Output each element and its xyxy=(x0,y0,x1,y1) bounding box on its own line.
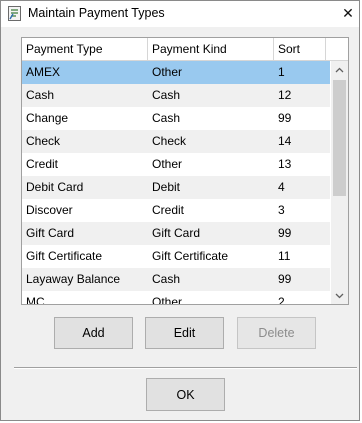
table-row[interactable]: Gift Card Gift Card 99 xyxy=(22,222,330,245)
divider-highlight xyxy=(14,368,357,369)
table-row[interactable]: MC Other 2 xyxy=(22,291,330,304)
cell-payment-kind: Credit xyxy=(152,203,185,217)
cell-sort: 11 xyxy=(278,249,291,263)
cell-payment-kind: Cash xyxy=(152,272,181,286)
cell-sort: 14 xyxy=(278,134,292,148)
cell-payment-kind: Gift Card xyxy=(152,226,201,240)
cell-payment-kind: Gift Certificate xyxy=(152,249,229,263)
payment-types-grid[interactable]: Payment Type Payment Kind Sort AMEX Other… xyxy=(21,37,349,305)
grid-header: Payment Type Payment Kind Sort xyxy=(22,38,348,61)
cell-sort: 3 xyxy=(278,203,285,217)
app-icon xyxy=(8,6,21,21)
cell-sort: 12 xyxy=(278,88,292,102)
cell-payment-type: Layaway Balance xyxy=(26,272,121,286)
add-button[interactable]: Add xyxy=(54,317,133,349)
table-row[interactable]: Cash Cash 12 xyxy=(22,84,330,107)
cell-payment-type: Debit Card xyxy=(26,180,84,194)
cell-payment-type: AMEX xyxy=(26,65,61,79)
cell-sort: 99 xyxy=(278,272,292,286)
cell-sort: 1 xyxy=(278,65,285,79)
table-row[interactable]: Debit Card Debit 4 xyxy=(22,176,330,199)
cell-payment-type: Change xyxy=(26,111,69,125)
column-header-payment-kind[interactable]: Payment Kind xyxy=(148,38,274,60)
ok-button[interactable]: OK xyxy=(146,378,225,411)
cell-payment-type: MC xyxy=(26,295,45,304)
column-header-payment-type[interactable]: Payment Type xyxy=(22,38,148,60)
window-title: Maintain Payment Types xyxy=(28,6,165,20)
cell-payment-type: Gift Certificate xyxy=(26,249,103,263)
table-row[interactable]: Change Cash 99 xyxy=(22,107,330,130)
cell-sort: 13 xyxy=(278,157,292,171)
vertical-scrollbar[interactable] xyxy=(331,61,348,304)
cell-payment-type: Credit xyxy=(26,157,59,171)
cell-payment-type: Cash xyxy=(26,88,55,102)
column-header-sort[interactable]: Sort xyxy=(274,38,326,60)
table-row[interactable]: Discover Credit 3 xyxy=(22,199,330,222)
cell-payment-kind: Other xyxy=(152,65,183,79)
table-row[interactable]: Layaway Balance Cash 99 xyxy=(22,268,330,291)
cell-sort: 2 xyxy=(278,295,285,304)
cell-payment-kind: Check xyxy=(152,134,187,148)
grid-body: AMEX Other 1 Cash Cash 12 Change Cash 99 Check Che… xyxy=(22,61,330,304)
close-icon[interactable]: ✕ xyxy=(337,1,359,25)
scrollbar-thumb[interactable] xyxy=(333,80,346,196)
chevron-up-icon[interactable] xyxy=(331,61,348,78)
cell-payment-kind: Other xyxy=(152,157,183,171)
cell-sort: 99 xyxy=(278,226,292,240)
cell-payment-kind: Other xyxy=(152,295,183,304)
delete-button[interactable]: Delete xyxy=(237,317,316,349)
cell-sort: 4 xyxy=(278,180,285,194)
cell-payment-type: Discover xyxy=(26,203,73,217)
dialog-window: Maintain Payment Types ✕ Payment Type Pa… xyxy=(0,0,360,421)
column-header-filler xyxy=(326,38,348,60)
cell-payment-kind: Debit xyxy=(152,180,181,194)
table-row[interactable]: AMEX Other 1 xyxy=(22,61,330,84)
cell-payment-kind: Cash xyxy=(152,111,181,125)
cell-payment-type: Check xyxy=(26,134,61,148)
edit-button[interactable]: Edit xyxy=(145,317,224,349)
table-row[interactable]: Credit Other 13 xyxy=(22,153,330,176)
cell-sort: 99 xyxy=(278,111,292,125)
chevron-down-icon[interactable] xyxy=(331,287,348,304)
table-row[interactable]: Gift Certificate Gift Certificate 11 xyxy=(22,245,330,268)
table-row[interactable]: Check Check 14 xyxy=(22,130,330,153)
cell-payment-type: Gift Card xyxy=(26,226,75,240)
cell-payment-kind: Cash xyxy=(152,88,181,102)
title-bar[interactable]: Maintain Payment Types ✕ xyxy=(1,1,359,27)
